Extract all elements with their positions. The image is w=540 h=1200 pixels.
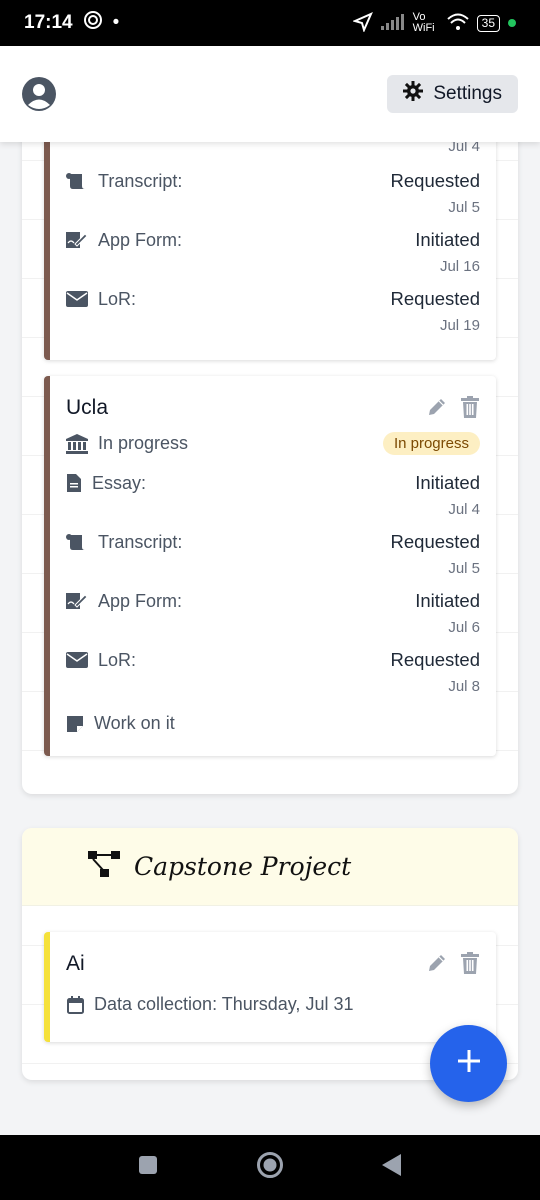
group-title: Capstone Project <box>134 852 352 881</box>
signal-icon <box>380 13 405 33</box>
group-header: Capstone Project <box>22 828 518 906</box>
plus-icon <box>456 1048 482 1079</box>
app-form-row: App Form: Initiated <box>66 229 480 251</box>
vowifi-label: Vo WiFi <box>412 11 435 34</box>
date-label: Jul 19 <box>439 317 480 334</box>
row-label: App Form: <box>98 590 183 611</box>
scroll-icon <box>66 171 88 191</box>
back-icon[interactable] <box>382 1154 402 1181</box>
row-status: Requested <box>390 170 480 191</box>
row-label: Essay: <box>92 472 147 493</box>
green-dot-icon <box>508 19 516 27</box>
gear-icon <box>403 81 424 107</box>
row-status: Requested <box>390 288 480 309</box>
row-status: Initiated <box>415 229 480 250</box>
row-label: Transcript: <box>98 170 183 191</box>
date-label: Jul 4 <box>448 142 480 155</box>
date-label: Jul 8 <box>448 678 480 695</box>
home-icon[interactable] <box>256 1151 284 1184</box>
signature-icon <box>66 230 88 250</box>
file-icon <box>66 473 82 493</box>
edit-pencil-icon[interactable] <box>426 396 448 423</box>
settings-button[interactable]: Settings <box>387 75 518 113</box>
note-row: Work on it <box>66 713 480 734</box>
essay-row: Essay: Initiated <box>66 472 480 494</box>
edit-pencil-icon[interactable] <box>426 952 448 979</box>
note-text: Work on it <box>94 713 175 733</box>
status-bar: 17:14 • Vo WiFi 35 <box>0 0 540 46</box>
bank-icon <box>66 433 88 454</box>
dot-icon: • <box>112 12 120 33</box>
date-label: Jul 16 <box>439 258 480 275</box>
lor-row: LoR: Requested <box>66 649 480 671</box>
location-icon <box>351 11 373 35</box>
card-title: Ai <box>66 952 85 975</box>
row-label: Transcript: <box>98 531 183 552</box>
envelope-icon <box>66 650 88 670</box>
fingerprint-icon <box>83 10 103 36</box>
row-label: LoR: <box>98 649 137 670</box>
card-actions <box>426 396 480 423</box>
system-nav-bar <box>0 1135 540 1200</box>
date-label: Jul 6 <box>448 619 480 636</box>
trash-icon[interactable] <box>460 952 480 979</box>
scroll-icon <box>66 532 88 552</box>
lor-row: LoR: Requested <box>66 288 480 310</box>
school-card-previous[interactable]: Jul 4 Transcript: Requested Jul 5 App Fo… <box>44 142 496 360</box>
card-title: Ucla <box>66 396 109 419</box>
milestone-text: Data collection: Thursday, Jul 31 <box>94 994 354 1014</box>
calendar-icon <box>66 995 84 1015</box>
transcript-row: Transcript: Requested <box>66 531 480 553</box>
sticky-note-icon <box>66 714 84 734</box>
status-time: 17:14 <box>24 12 73 33</box>
recents-icon[interactable] <box>138 1155 158 1180</box>
signature-icon <box>66 591 88 611</box>
transcript-row: Transcript: Requested <box>66 170 480 192</box>
row-status: Requested <box>390 649 480 670</box>
wifi-icon <box>446 13 469 34</box>
row-status: Initiated <box>415 590 480 611</box>
school-card-ucla[interactable]: Ucla In progress In progress Essay: Init… <box>44 376 496 756</box>
school-group-card: Jul 4 Transcript: Requested Jul 5 App Fo… <box>22 142 518 794</box>
row-status: Initiated <box>415 472 480 493</box>
row-status: Requested <box>390 531 480 552</box>
progress-row: In progress In progress <box>66 432 480 455</box>
user-avatar-icon[interactable] <box>22 77 56 111</box>
app-header: Settings <box>0 46 540 142</box>
trash-icon[interactable] <box>460 396 480 423</box>
row-label: App Form: <box>98 229 183 250</box>
date-label: Jul 5 <box>448 199 480 216</box>
envelope-icon <box>66 289 88 309</box>
date-label: Jul 4 <box>448 501 480 518</box>
milestone-row: Data collection: Thursday, Jul 31 <box>66 994 480 1015</box>
project-diagram-icon <box>88 851 120 882</box>
add-button[interactable] <box>430 1025 507 1102</box>
progress-label: In progress <box>98 433 189 453</box>
status-badge: In progress <box>382 432 480 455</box>
card-actions <box>426 952 480 979</box>
settings-label: Settings <box>433 83 502 104</box>
date-label: Jul 5 <box>448 560 480 577</box>
app-form-row: App Form: Initiated <box>66 590 480 612</box>
battery-indicator: 35 <box>476 14 500 32</box>
main-content[interactable]: Jul 4 Transcript: Requested Jul 5 App Fo… <box>0 142 540 1135</box>
capstone-card-ai[interactable]: Ai Data collection: Thursday, Jul 31 <box>44 932 496 1042</box>
row-label: LoR: <box>98 288 137 309</box>
